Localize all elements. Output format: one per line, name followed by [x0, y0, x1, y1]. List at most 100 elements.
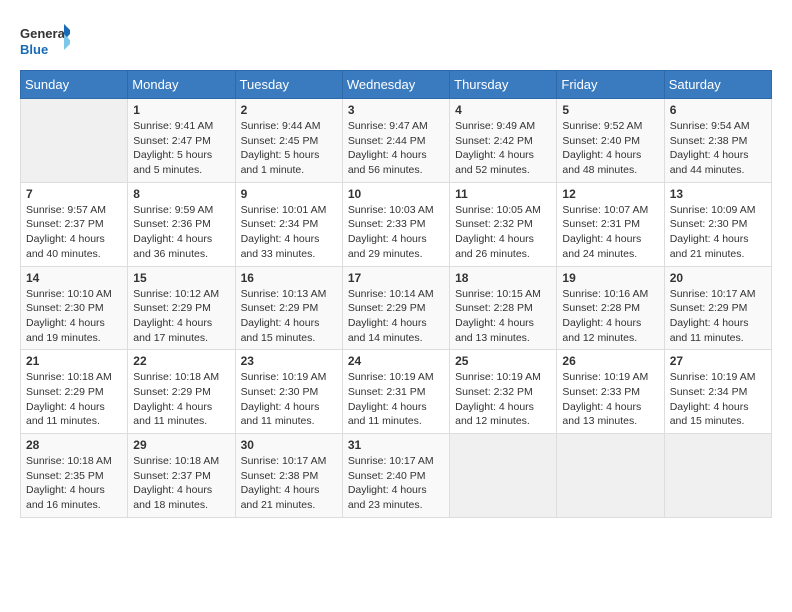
- day-number: 5: [562, 103, 658, 117]
- header-monday: Monday: [128, 71, 235, 99]
- day-info: Sunrise: 10:17 AM Sunset: 2:40 PM Daylig…: [348, 454, 444, 513]
- day-info: Sunrise: 10:09 AM Sunset: 2:30 PM Daylig…: [670, 203, 766, 262]
- header-wednesday: Wednesday: [342, 71, 449, 99]
- calendar-cell: 9 Sunrise: 10:01 AM Sunset: 2:34 PM Dayli…: [235, 182, 342, 266]
- day-info: Sunrise: 9:57 AM Sunset: 2:37 PM Dayligh…: [26, 203, 122, 262]
- header-saturday: Saturday: [664, 71, 771, 99]
- day-info: Sunrise: 9:41 AM Sunset: 2:47 PM Dayligh…: [133, 119, 229, 178]
- day-number: 15: [133, 271, 229, 285]
- day-info: Sunrise: 10:19 AM Sunset: 2:33 PM Daylig…: [562, 370, 658, 429]
- day-number: 22: [133, 354, 229, 368]
- day-info: Sunrise: 10:17 AM Sunset: 2:38 PM Daylig…: [241, 454, 337, 513]
- day-info: Sunrise: 10:19 AM Sunset: 2:34 PM Daylig…: [670, 370, 766, 429]
- calendar-week-3: 14Sunrise: 10:10 AM Sunset: 2:30 PM Dayl…: [21, 266, 772, 350]
- day-info: Sunrise: 9:49 AM Sunset: 2:42 PM Dayligh…: [455, 119, 551, 178]
- svg-text:Blue: Blue: [20, 42, 48, 57]
- calendar-cell: 5 Sunrise: 9:52 AM Sunset: 2:40 PM Daylig…: [557, 99, 664, 183]
- day-number: 6: [670, 103, 766, 117]
- day-number: 28: [26, 438, 122, 452]
- day-number: 20: [670, 271, 766, 285]
- calendar-cell: 22 Sunrise: 10:18 AM Sunset: 2:29 PM Dayl…: [128, 350, 235, 434]
- calendar-week-5: 28 Sunrise: 10:18 AM Sunset: 2:35 PM Dayl…: [21, 434, 772, 518]
- calendar-cell: 27Sunrise: 10:19 AM Sunset: 2:34 PM Dayl…: [664, 350, 771, 434]
- calendar-week-4: 21 Sunrise: 10:18 AM Sunset: 2:29 PM Dayl…: [21, 350, 772, 434]
- calendar-cell: 21 Sunrise: 10:18 AM Sunset: 2:29 PM Dayl…: [21, 350, 128, 434]
- calendar-cell: 11 Sunrise: 10:05 AM Sunset: 2:32 PM Dayl…: [450, 182, 557, 266]
- day-number: 7: [26, 187, 122, 201]
- page-header: General Blue: [20, 20, 772, 60]
- day-info: Sunrise: 10:14 AM Sunset: 2:29 PM Daylig…: [348, 287, 444, 346]
- calendar-cell: 13Sunrise: 10:09 AM Sunset: 2:30 PM Dayl…: [664, 182, 771, 266]
- day-info: Sunrise: 10:18 AM Sunset: 2:29 PM Daylig…: [133, 370, 229, 429]
- day-info: Sunrise: 10:19 AM Sunset: 2:30 PM Daylig…: [241, 370, 337, 429]
- calendar-cell: 15 Sunrise: 10:12 AM Sunset: 2:29 PM Dayl…: [128, 266, 235, 350]
- calendar-table: SundayMondayTuesdayWednesdayThursdayFrid…: [20, 70, 772, 518]
- calendar-cell: 4 Sunrise: 9:49 AM Sunset: 2:42 PM Daylig…: [450, 99, 557, 183]
- day-info: Sunrise: 10:07 AM Sunset: 2:31 PM Daylig…: [562, 203, 658, 262]
- calendar-cell: 24Sunrise: 10:19 AM Sunset: 2:31 PM Dayl…: [342, 350, 449, 434]
- day-number: 30: [241, 438, 337, 452]
- day-info: Sunrise: 10:12 AM Sunset: 2:29 PM Daylig…: [133, 287, 229, 346]
- calendar-cell: 14Sunrise: 10:10 AM Sunset: 2:30 PM Dayl…: [21, 266, 128, 350]
- calendar-cell: [450, 434, 557, 518]
- svg-text:General: General: [20, 26, 68, 41]
- calendar-cell: 8Sunrise: 9:59 AM Sunset: 2:36 PM Daylig…: [128, 182, 235, 266]
- calendar-cell: [21, 99, 128, 183]
- day-info: Sunrise: 10:16 AM Sunset: 2:28 PM Daylig…: [562, 287, 658, 346]
- day-number: 31: [348, 438, 444, 452]
- calendar-cell: 29Sunrise: 10:18 AM Sunset: 2:37 PM Dayl…: [128, 434, 235, 518]
- logo-svg: General Blue: [20, 20, 70, 60]
- day-info: Sunrise: 10:13 AM Sunset: 2:29 PM Daylig…: [241, 287, 337, 346]
- day-info: Sunrise: 10:18 AM Sunset: 2:29 PM Daylig…: [26, 370, 122, 429]
- calendar-cell: [664, 434, 771, 518]
- day-info: Sunrise: 9:54 AM Sunset: 2:38 PM Dayligh…: [670, 119, 766, 178]
- calendar-cell: [557, 434, 664, 518]
- calendar-cell: 1 Sunrise: 9:41 AM Sunset: 2:47 PM Daylig…: [128, 99, 235, 183]
- header-thursday: Thursday: [450, 71, 557, 99]
- day-number: 19: [562, 271, 658, 285]
- day-number: 25: [455, 354, 551, 368]
- day-number: 26: [562, 354, 658, 368]
- day-info: Sunrise: 10:03 AM Sunset: 2:33 PM Daylig…: [348, 203, 444, 262]
- calendar-cell: 3Sunrise: 9:47 AM Sunset: 2:44 PM Daylig…: [342, 99, 449, 183]
- calendar-cell: 26 Sunrise: 10:19 AM Sunset: 2:33 PM Dayl…: [557, 350, 664, 434]
- header-tuesday: Tuesday: [235, 71, 342, 99]
- day-info: Sunrise: 10:18 AM Sunset: 2:35 PM Daylig…: [26, 454, 122, 513]
- day-number: 23: [241, 354, 337, 368]
- calendar-header-row: SundayMondayTuesdayWednesdayThursdayFrid…: [21, 71, 772, 99]
- calendar-cell: 28 Sunrise: 10:18 AM Sunset: 2:35 PM Dayl…: [21, 434, 128, 518]
- calendar-cell: 18Sunrise: 10:15 AM Sunset: 2:28 PM Dayl…: [450, 266, 557, 350]
- logo: General Blue: [20, 20, 70, 60]
- day-number: 21: [26, 354, 122, 368]
- day-number: 11: [455, 187, 551, 201]
- calendar-cell: 7 Sunrise: 9:57 AM Sunset: 2:37 PM Daylig…: [21, 182, 128, 266]
- header-friday: Friday: [557, 71, 664, 99]
- calendar-week-1: 1 Sunrise: 9:41 AM Sunset: 2:47 PM Daylig…: [21, 99, 772, 183]
- day-number: 16: [241, 271, 337, 285]
- day-info: Sunrise: 9:52 AM Sunset: 2:40 PM Dayligh…: [562, 119, 658, 178]
- calendar-cell: 19 Sunrise: 10:16 AM Sunset: 2:28 PM Dayl…: [557, 266, 664, 350]
- calendar-cell: 23 Sunrise: 10:19 AM Sunset: 2:30 PM Dayl…: [235, 350, 342, 434]
- calendar-week-2: 7 Sunrise: 9:57 AM Sunset: 2:37 PM Daylig…: [21, 182, 772, 266]
- calendar-cell: 17 Sunrise: 10:14 AM Sunset: 2:29 PM Dayl…: [342, 266, 449, 350]
- header-sunday: Sunday: [21, 71, 128, 99]
- calendar-cell: 12Sunrise: 10:07 AM Sunset: 2:31 PM Dayl…: [557, 182, 664, 266]
- day-number: 4: [455, 103, 551, 117]
- calendar-cell: 30 Sunrise: 10:17 AM Sunset: 2:38 PM Dayl…: [235, 434, 342, 518]
- day-info: Sunrise: 10:05 AM Sunset: 2:32 PM Daylig…: [455, 203, 551, 262]
- day-number: 29: [133, 438, 229, 452]
- day-number: 14: [26, 271, 122, 285]
- calendar-cell: 25Sunrise: 10:19 AM Sunset: 2:32 PM Dayl…: [450, 350, 557, 434]
- day-number: 10: [348, 187, 444, 201]
- day-number: 1: [133, 103, 229, 117]
- day-number: 3: [348, 103, 444, 117]
- day-info: Sunrise: 10:01 AM Sunset: 2:34 PM Daylig…: [241, 203, 337, 262]
- calendar-cell: 20 Sunrise: 10:17 AM Sunset: 2:29 PM Dayl…: [664, 266, 771, 350]
- calendar-cell: 6 Sunrise: 9:54 AM Sunset: 2:38 PM Daylig…: [664, 99, 771, 183]
- day-number: 9: [241, 187, 337, 201]
- day-number: 17: [348, 271, 444, 285]
- day-info: Sunrise: 9:59 AM Sunset: 2:36 PM Dayligh…: [133, 203, 229, 262]
- day-number: 18: [455, 271, 551, 285]
- calendar-cell: 16 Sunrise: 10:13 AM Sunset: 2:29 PM Dayl…: [235, 266, 342, 350]
- day-info: Sunrise: 10:17 AM Sunset: 2:29 PM Daylig…: [670, 287, 766, 346]
